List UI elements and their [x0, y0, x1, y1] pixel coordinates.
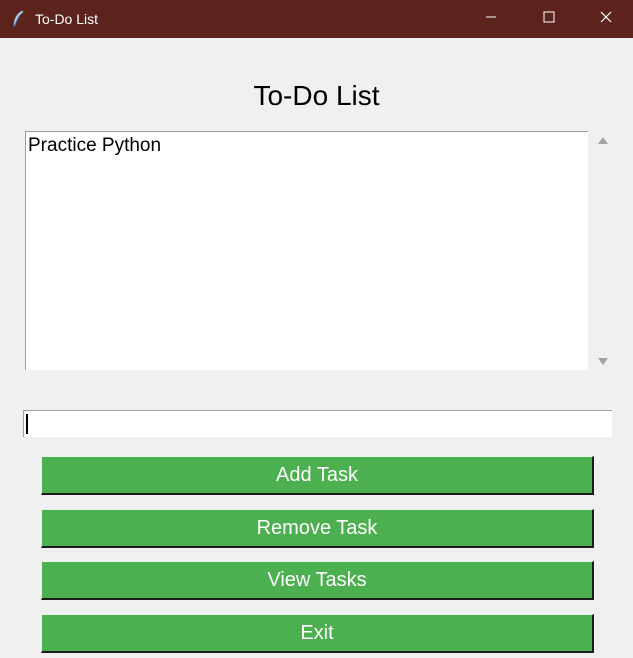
scroll-down-arrow-icon[interactable]: [598, 358, 608, 365]
task-list-scrollbar[interactable]: [592, 131, 612, 370]
exit-button[interactable]: Exit: [41, 614, 594, 653]
maximize-icon: [543, 10, 555, 28]
remove-task-button[interactable]: Remove Task: [41, 509, 594, 548]
close-button[interactable]: [578, 0, 633, 38]
task-list-item[interactable]: Practice Python: [28, 135, 161, 157]
minimize-button[interactable]: [462, 0, 520, 38]
add-task-button[interactable]: Add Task: [41, 456, 594, 495]
view-tasks-button[interactable]: View Tasks: [41, 561, 594, 600]
app-window: To-Do List To-Do List Practice Python Ad…: [0, 0, 633, 658]
feather-icon: [11, 10, 25, 28]
title-bar[interactable]: To-Do List: [0, 0, 633, 38]
window-title: To-Do List: [35, 11, 99, 27]
scroll-up-arrow-icon[interactable]: [598, 137, 608, 144]
task-listbox[interactable]: Practice Python: [25, 131, 588, 370]
text-cursor: [26, 414, 28, 434]
close-icon: [600, 10, 612, 28]
minimize-icon: [485, 10, 497, 28]
task-entry-field[interactable]: [23, 410, 612, 437]
page-title: To-Do List: [253, 80, 380, 111]
maximize-button[interactable]: [520, 0, 578, 38]
